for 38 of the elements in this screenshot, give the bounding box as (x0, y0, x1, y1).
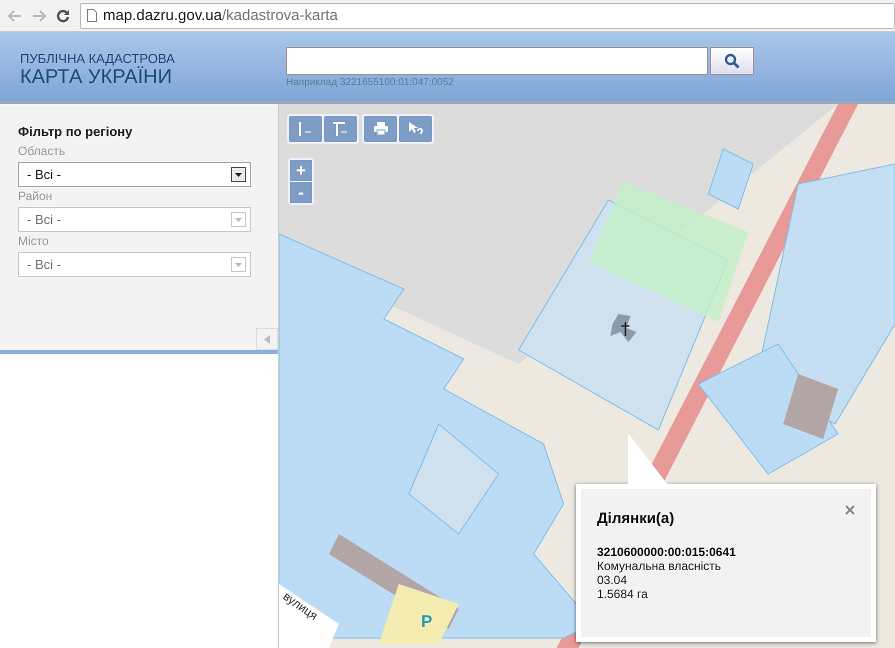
ownership-text: Комунальна власність (597, 559, 722, 573)
measure-area-button[interactable] (324, 116, 357, 142)
search-field[interactable] (286, 47, 708, 75)
site-title-line: ПУБЛІЧНА КАДАСТРОВА (20, 52, 176, 66)
filter-title: Фільтр по регіону (18, 124, 134, 139)
purpose-code: 03.04 (597, 573, 628, 587)
church-icon (610, 314, 636, 342)
site-title: КАРТА УКРАЇНИ (20, 66, 173, 88)
back-icon[interactable] (8, 10, 22, 22)
region-dropdown[interactable]: - Всі - (18, 162, 251, 187)
print-button[interactable] (364, 116, 397, 142)
printer-icon (372, 122, 388, 136)
search-button[interactable] (710, 47, 754, 75)
triangle-left-icon (264, 334, 270, 344)
search-icon (724, 53, 740, 69)
search-hint: Наприклад 3221655100:01:047:0052 (286, 77, 455, 88)
measure-length-button[interactable] (289, 116, 322, 142)
field-label: Область (18, 144, 66, 158)
ruler-cross-icon (332, 121, 350, 137)
forward-icon[interactable] (32, 10, 46, 22)
cursor-question-icon (406, 121, 424, 137)
area-text: 1.5684 га (597, 587, 649, 601)
close-button[interactable] (845, 505, 855, 515)
close-icon (845, 505, 855, 515)
cadastral-number: 3210600000:00:015:0641 (597, 545, 737, 559)
popup-title: Ділянки(а) (597, 510, 674, 527)
collapse-panel-button[interactable] (256, 328, 278, 350)
address-bar[interactable]: map.dazru.gov.ua/kadastrova-karta (80, 2, 895, 28)
page-icon (87, 9, 97, 22)
zoom-out-button[interactable]: - (290, 182, 312, 203)
field-label: Місто (18, 234, 50, 248)
identify-button[interactable] (399, 116, 432, 142)
parking-label: P (421, 612, 432, 632)
reload-icon[interactable] (56, 8, 70, 22)
url-text: map.dazru.gov.ua/kadastrova-karta (103, 7, 338, 24)
building (783, 374, 838, 439)
field-label: Район (18, 189, 54, 203)
zoom-in-button[interactable]: + (290, 160, 312, 181)
